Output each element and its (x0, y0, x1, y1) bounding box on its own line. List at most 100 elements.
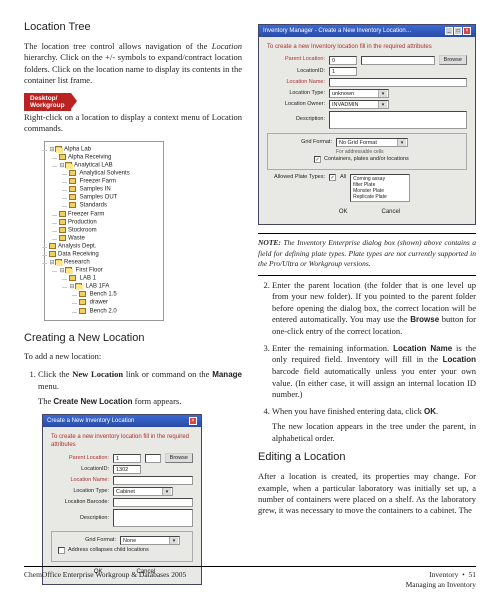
footer-right: Inventory • 51 Managing an Inventory (406, 570, 476, 590)
location-owner-label: Location Owner: (267, 101, 325, 108)
para-add-new: To add a new location: (24, 351, 242, 362)
address-checkbox-label: Containers, plates and/or locations (324, 156, 409, 163)
location-type-label: Location Type: (267, 90, 325, 97)
barcode-input[interactable] (113, 498, 193, 507)
browse-button[interactable]: Browse (165, 453, 193, 463)
badge-row: Desktop/Workgroup (24, 93, 242, 114)
left-column: Location Tree The location tree control … (24, 20, 242, 593)
page-columns: Location Tree The location tree control … (24, 20, 476, 593)
parent-location-input[interactable]: 1 (113, 454, 141, 463)
grid-format-label: Grid Format: (58, 537, 116, 544)
ok-button[interactable]: OK (323, 208, 363, 216)
grid-format-group: Grid Format: None Address collapses child… (51, 531, 193, 561)
right-column: Inventory Manager - Create a New Invento… (258, 20, 476, 593)
browse-button[interactable]: Browse (439, 55, 467, 65)
para-location-tree: The location tree control allows navigat… (24, 41, 242, 87)
location-name-input[interactable] (113, 476, 193, 485)
dialog-hint: To create a new Inventory location fill … (267, 43, 467, 51)
locationid-input[interactable]: 1 (329, 67, 357, 76)
note-box: NOTE: The Inventory Enterprise dialog bo… (258, 233, 476, 275)
barcode-label: Location Barcode: (51, 499, 109, 506)
address-checkbox-label: Address collapses child locations (68, 547, 149, 554)
step-3: Enter the remaining information. Locatio… (272, 343, 476, 401)
folder-icon (79, 291, 86, 297)
address-checkbox[interactable]: ✓ (314, 156, 321, 163)
create-location-dialog-pro: Create a New Inventory Location × To cre… (42, 414, 202, 585)
steps-list-right: Enter the parent location (the folder th… (258, 280, 476, 444)
all-plate-label: All (340, 174, 346, 181)
section-title-editing: Editing a Location (258, 450, 476, 465)
folder-icon (55, 146, 62, 152)
step-1: Click the New Location link or command o… (38, 369, 242, 408)
folder-icon (65, 162, 72, 168)
parent-location-name[interactable] (361, 56, 435, 65)
folder-icon (69, 194, 76, 200)
grid-format-select[interactable]: None (120, 536, 180, 545)
location-type-select[interactable]: unknown (329, 89, 389, 98)
folder-icon (55, 259, 62, 265)
folder-icon (49, 243, 56, 249)
grid-format-label: Grid Format: (274, 139, 332, 146)
folder-icon (69, 186, 76, 192)
location-tree[interactable]: ⊟Alpha Lab Alpha Receiving ⊟Analytical L… (44, 141, 164, 321)
location-name-label: Location Name: (267, 79, 325, 86)
address-checkbox[interactable] (58, 547, 65, 554)
grid-hint: For addressable cells (336, 149, 460, 156)
plate-types-label: Allowed Plate Types: (267, 174, 325, 181)
locationid-input[interactable]: 1302 (113, 465, 141, 474)
folder-icon (59, 211, 66, 217)
page-footer: ChemOffice Enterprise Workgroup & Databa… (24, 566, 476, 590)
step-2: Enter the parent location (the folder th… (272, 280, 476, 338)
folder-icon (59, 154, 66, 160)
maximize-icon[interactable]: □ (454, 27, 462, 35)
location-type-select[interactable]: Cabinet (113, 487, 173, 496)
parent-location-label: Parent Location: (51, 455, 109, 462)
desktop-workgroup-badge: Desktop/Workgroup (24, 93, 71, 111)
description-input[interactable] (113, 509, 193, 527)
description-label: Description: (267, 116, 325, 123)
folder-icon (79, 308, 86, 314)
folder-icon (79, 299, 86, 305)
note-text: The Inventory Enterprise dialog box (sho… (258, 238, 476, 267)
close-icon[interactable]: × (463, 27, 471, 35)
all-plate-checkbox[interactable]: ✓ (329, 174, 336, 181)
parent-location-input[interactable]: 0 (329, 56, 357, 65)
grid-format-group: Grid Format: No Grid Format For addressab… (267, 133, 467, 170)
close-icon[interactable]: × (189, 417, 197, 425)
folder-icon (69, 202, 76, 208)
folder-icon (69, 275, 76, 281)
minimize-icon[interactable]: _ (445, 27, 453, 35)
folder-icon (59, 219, 66, 225)
folder-icon (69, 178, 76, 184)
locationid-label: LocationID: (51, 466, 109, 473)
para-editing: After a location is created, its propert… (258, 471, 476, 517)
dialog-hint: To create a new inventory location fill … (51, 433, 193, 449)
plate-type-list[interactable]: Corning assay filter Plate Monster Plate… (350, 174, 410, 202)
create-location-dialog-enterprise: Inventory Manager - Create a New Invento… (258, 24, 476, 225)
description-input[interactable] (329, 111, 467, 129)
folder-icon (75, 283, 82, 289)
location-owner-select[interactable]: INVADMIN (329, 100, 389, 109)
steps-list-left: Click the New Location link or command o… (24, 369, 242, 408)
folder-icon (59, 227, 66, 233)
folder-icon (69, 170, 76, 176)
description-label: Description: (51, 515, 109, 522)
note-label: NOTE: (258, 238, 281, 247)
folder-icon (49, 251, 56, 257)
section-title-location-tree: Location Tree (24, 20, 242, 35)
folder-icon (59, 235, 66, 241)
parent-location-label: Parent Location: (267, 56, 325, 63)
folder-icon (65, 267, 72, 273)
para-right-click: Right-click on a location to display a c… (24, 112, 242, 135)
cancel-button[interactable]: Cancel (371, 208, 411, 216)
location-name-input[interactable] (329, 78, 467, 87)
dialog-titlebar[interactable]: Create a New Inventory Location × (43, 415, 201, 427)
step-4: When you have finished entering data, cl… (272, 406, 476, 445)
footer-left: ChemOffice Enterprise Workgroup & Databa… (24, 570, 186, 590)
location-name-label: Location Name: (51, 477, 109, 484)
section-title-creating: Creating a New Location (24, 331, 242, 346)
dialog-titlebar[interactable]: Inventory Manager - Create a New Invento… (259, 25, 475, 37)
locationid-label: LocationID: (267, 68, 325, 75)
grid-format-select[interactable]: No Grid Format (336, 138, 408, 147)
parent-location-name[interactable] (145, 454, 161, 463)
